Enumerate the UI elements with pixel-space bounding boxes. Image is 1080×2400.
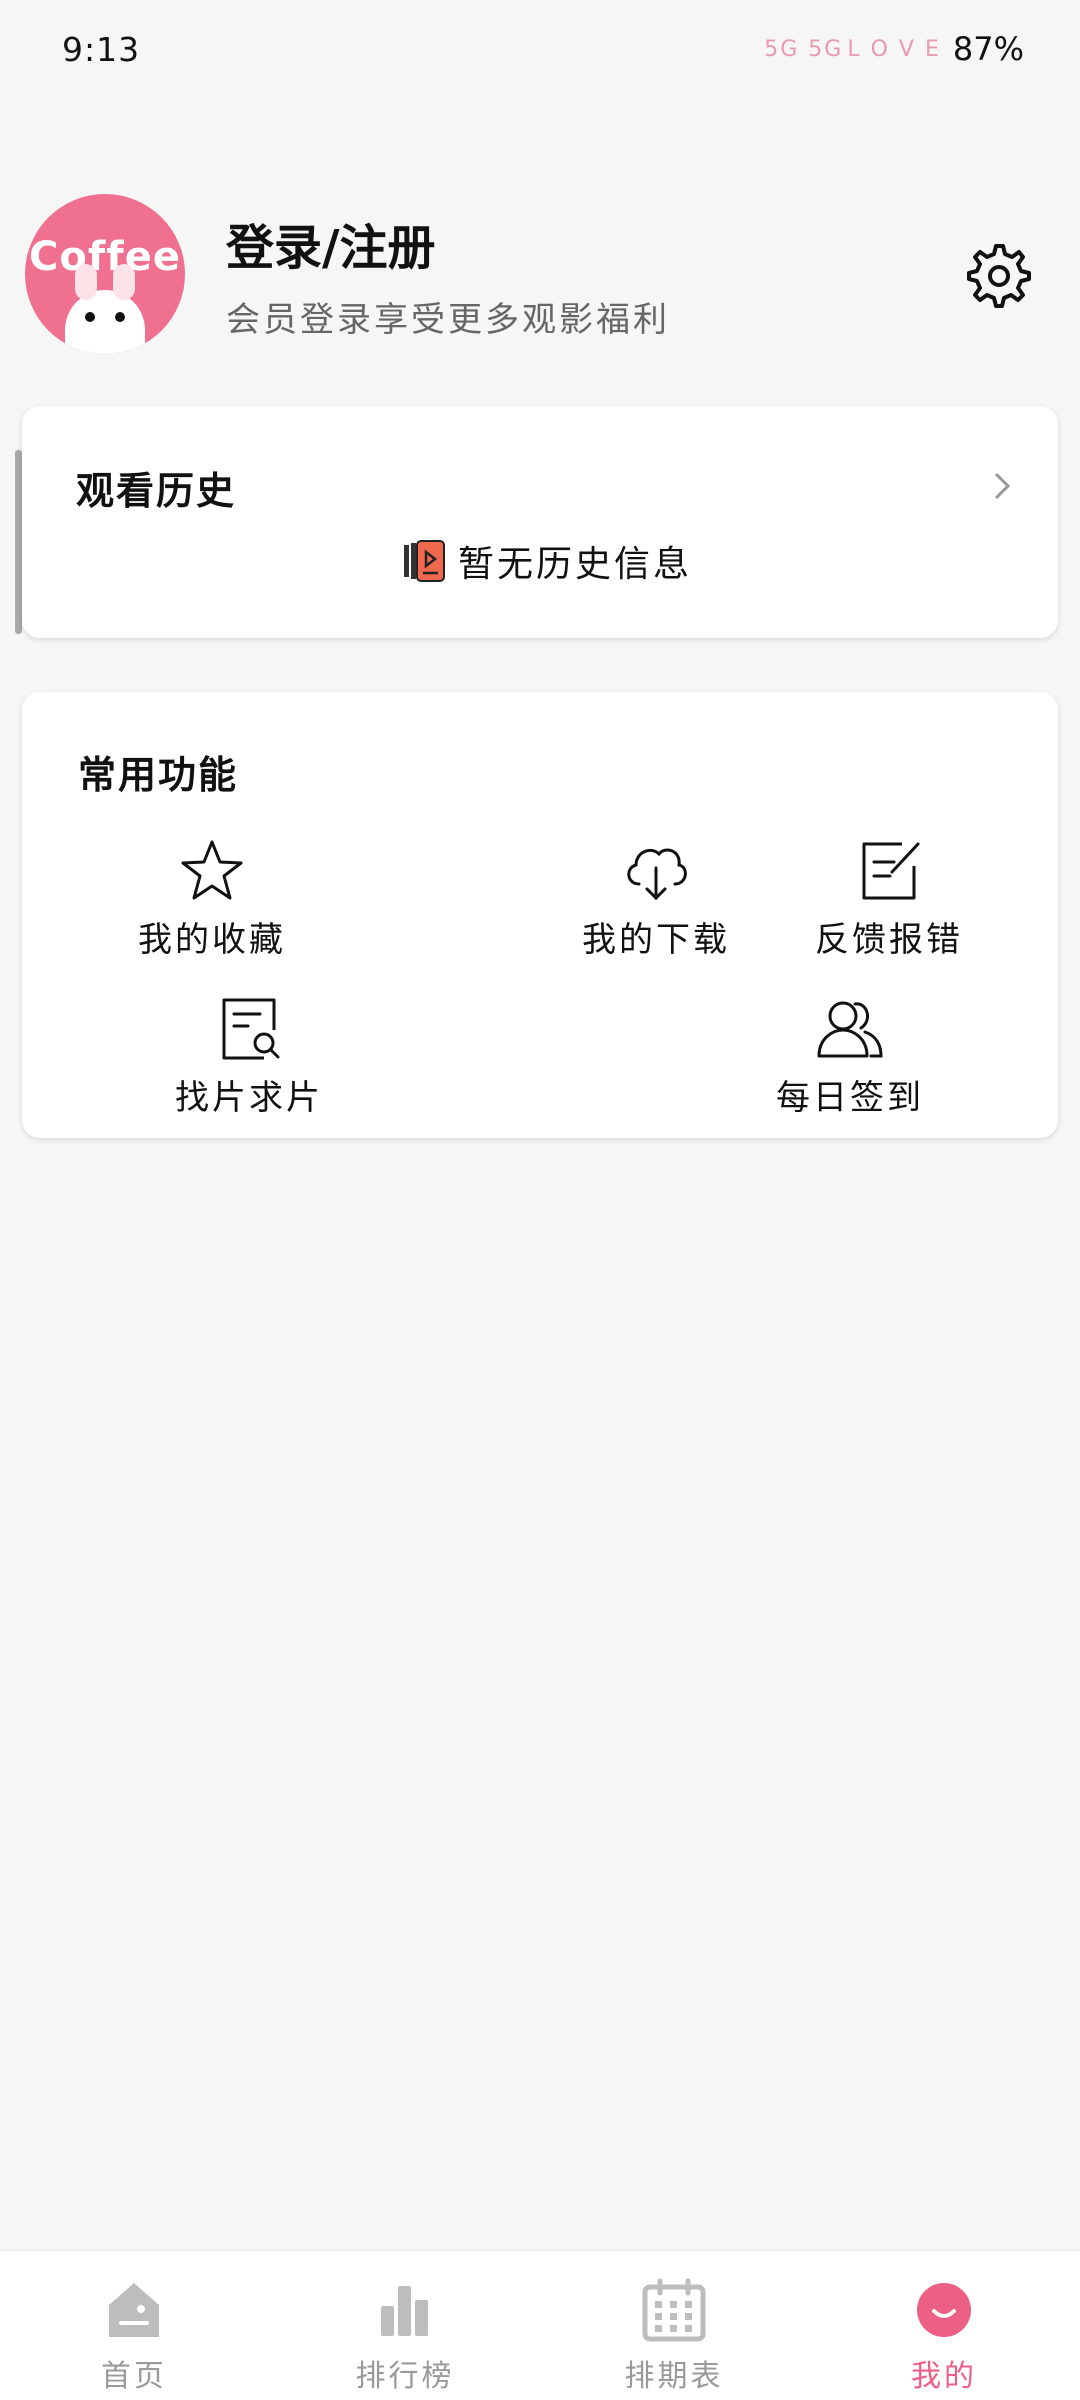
cloud-download-icon	[627, 848, 687, 901]
network-indicator: 5G 5G	[764, 36, 844, 62]
nav-schedule-label: 排期表	[624, 2359, 724, 2394]
feature-request-movie[interactable]: 找片求片	[149, 996, 349, 1119]
feature-feedback-label: 反馈报错	[815, 920, 963, 960]
status-icons: 5G 5G L O V E 87%	[764, 30, 1024, 68]
bottom-navigation: 首页 排行榜 排期表 我的	[0, 2250, 1080, 2400]
nav-schedule[interactable]: 排期表	[574, 2275, 774, 2395]
feature-request-movie-label: 找片求片	[175, 1078, 323, 1118]
status-bar: 9:13 5G 5G L O V E 87%	[0, 0, 1080, 100]
nav-home-label: 首页	[101, 2359, 167, 2394]
document-search-icon	[222, 998, 280, 1060]
history-empty-state: 暂无历史信息	[402, 538, 693, 585]
login-subtitle: 会员登录享受更多观影福利	[226, 300, 670, 340]
common-features-card: 常用功能 我的收藏 我的下载 反馈报错 找片求片 每日签到	[22, 692, 1058, 1138]
bar-chart-icon	[381, 2286, 428, 2336]
history-title: 观看历史	[76, 469, 237, 513]
home-icon	[109, 2283, 159, 2337]
avatar-logo-text: Coffee	[29, 234, 181, 280]
edit-note-icon	[862, 842, 920, 900]
history-empty-text: 暂无历史信息	[458, 544, 693, 585]
gear-icon	[967, 244, 1031, 308]
bunny-illustration	[65, 264, 145, 354]
feature-favorites[interactable]: 我的收藏	[112, 838, 312, 961]
feature-daily-checkin[interactable]: 每日签到	[750, 996, 950, 1119]
chevron-right-icon[interactable]	[990, 468, 1014, 504]
users-icon	[817, 1001, 883, 1058]
feature-daily-checkin-label: 每日签到	[776, 1078, 924, 1118]
battery-level: 87%	[952, 30, 1024, 68]
feature-downloads-label: 我的下载	[582, 920, 730, 960]
calendar-icon	[642, 2278, 706, 2342]
nav-ranking-label: 排行榜	[355, 2359, 455, 2394]
watch-history-card[interactable]: 观看历史 暂无历史信息	[22, 406, 1058, 638]
features-title: 常用功能	[78, 753, 239, 797]
avatar[interactable]: Coffee	[25, 194, 185, 354]
app-screen: 9:13 5G 5G L O V E 87% Coffee 登录/注册 会员登录…	[0, 0, 1080, 2400]
settings-button[interactable]	[963, 240, 1031, 308]
nav-home[interactable]: 首页	[34, 2275, 234, 2395]
feature-downloads[interactable]: 我的下载	[556, 838, 756, 961]
feature-favorites-label: 我的收藏	[138, 920, 286, 960]
history-scroll-accent	[15, 450, 22, 634]
star-icon	[181, 840, 243, 900]
decor-hearts: L O V E	[847, 36, 941, 62]
status-time: 9:13	[62, 30, 141, 69]
nav-mine-label: 我的	[911, 2359, 977, 2394]
smile-icon	[917, 2283, 971, 2337]
nav-mine[interactable]: 我的	[844, 2275, 1044, 2395]
video-book-icon	[404, 540, 445, 582]
feature-feedback[interactable]: 反馈报错	[789, 838, 989, 961]
nav-ranking[interactable]: 排行榜	[305, 2275, 505, 2395]
login-register-link[interactable]: 登录/注册	[226, 208, 436, 278]
